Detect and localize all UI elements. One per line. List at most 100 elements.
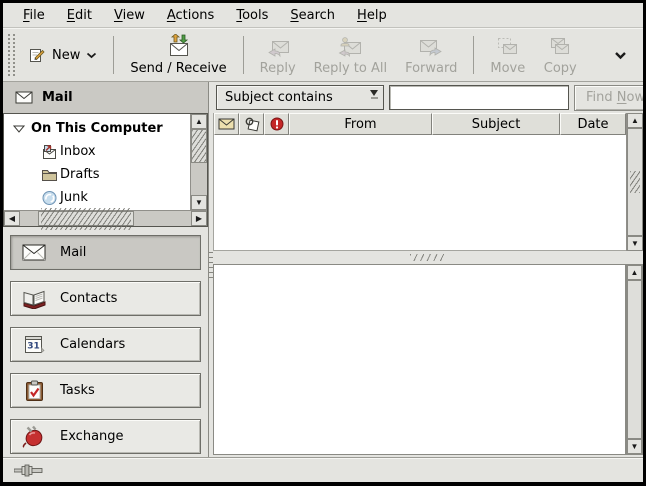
reply-to-all-button[interactable]: Reply to All — [305, 31, 396, 79]
switcher-label: Contacts — [60, 291, 117, 306]
splitter-grip[interactable] — [410, 254, 446, 261]
scroll-right-icon[interactable]: ▶ — [191, 211, 207, 226]
search-bar: Subject contains Find Now Clear — [213, 82, 643, 113]
sidebar-header: Mail — [3, 82, 208, 113]
folder-tree-panel: On This Computer Inbox Dra — [3, 113, 208, 227]
toolbar-overflow-button[interactable] — [610, 47, 631, 64]
component-switcher: Mail Contacts 31 Calendars — [3, 227, 208, 465]
message-status-icon — [218, 118, 235, 130]
reply-to-all-label: Reply to All — [314, 61, 387, 76]
move-icon — [496, 36, 520, 58]
find-now-button[interactable]: Find Now — [574, 85, 646, 111]
tasks-icon — [21, 380, 47, 402]
mail-panel: Subject contains Find Now Clear — [213, 82, 643, 457]
scrollbar-thumb[interactable] — [191, 129, 207, 163]
column-header-date[interactable]: Date — [560, 113, 626, 135]
copy-button[interactable]: Copy — [534, 31, 586, 79]
folder-tree: On This Computer Inbox Dra — [4, 114, 190, 210]
tree-root-label: On This Computer — [31, 121, 163, 136]
status-bar — [3, 457, 643, 482]
switcher-tasks-button[interactable]: Tasks — [10, 373, 201, 408]
menu-tools[interactable]: Tools — [225, 5, 279, 26]
evolution-window: File Edit View Actions Tools Search Help… — [0, 0, 646, 486]
scrollbar-thumb[interactable] — [627, 280, 642, 439]
scroll-up-icon[interactable]: ▲ — [191, 114, 207, 129]
inbox-icon — [41, 144, 58, 160]
online-status-button[interactable] — [12, 462, 48, 479]
menu-search[interactable]: Search — [279, 5, 346, 26]
send-receive-icon — [166, 34, 192, 58]
menu-bar: File Edit View Actions Tools Search Help — [3, 3, 643, 28]
toolbar-separator — [243, 36, 244, 74]
scrollbar-thumb[interactable] — [627, 128, 643, 236]
scroll-left-icon[interactable]: ◀ — [4, 211, 20, 226]
switcher-mail-button[interactable]: Mail — [10, 235, 201, 270]
new-button[interactable]: New — [19, 31, 106, 79]
preview-pane-scrollbar[interactable]: ▲ ▼ — [626, 264, 643, 455]
folder-tree-horizontal-scrollbar[interactable]: ◀ ▶ — [4, 210, 207, 226]
svg-text:31: 31 — [27, 342, 40, 352]
mail-header-icon — [15, 91, 33, 104]
scroll-down-icon[interactable]: ▼ — [627, 236, 643, 251]
tree-row-junk[interactable]: Junk — [4, 186, 190, 209]
search-filter-dropdown[interactable]: Subject contains — [216, 85, 384, 110]
menu-help[interactable]: Help — [346, 5, 398, 26]
copy-icon — [548, 36, 572, 58]
scrollbar-thumb[interactable] — [38, 211, 134, 226]
chevron-down-icon — [86, 52, 97, 59]
tree-row-on-this-computer[interactable]: On This Computer — [4, 117, 190, 140]
scrollbar-trough[interactable] — [134, 211, 191, 226]
preview-pane-body[interactable] — [213, 264, 626, 455]
switcher-exchange-button[interactable]: Exchange — [10, 419, 201, 454]
folder-icon — [41, 168, 58, 182]
scroll-up-icon[interactable]: ▲ — [627, 113, 643, 128]
scroll-down-icon[interactable]: ▼ — [191, 195, 207, 210]
message-list: From Subject Date ▲ ▼ — [213, 113, 643, 251]
message-status-column-header[interactable] — [214, 113, 239, 135]
menu-file[interactable]: File — [12, 5, 56, 26]
scroll-up-icon[interactable]: ▲ — [627, 265, 642, 280]
message-list-body[interactable] — [214, 135, 626, 251]
menu-actions[interactable]: Actions — [156, 5, 226, 26]
importance-column-header[interactable] — [264, 113, 289, 135]
splitter-grip[interactable] — [209, 252, 213, 282]
move-button[interactable]: Move — [481, 31, 534, 79]
move-label: Move — [490, 61, 525, 76]
menu-edit[interactable]: Edit — [56, 5, 103, 26]
search-input[interactable] — [389, 85, 569, 110]
send-receive-button[interactable]: Send / Receive — [121, 31, 235, 79]
copy-label: Copy — [544, 61, 577, 76]
main-area: Mail On This Computer — [3, 82, 643, 457]
folder-tree-vertical-scrollbar[interactable]: ▲ ▼ — [190, 114, 207, 210]
sidebar-splitter[interactable] — [208, 82, 213, 457]
preview-splitter[interactable] — [213, 251, 643, 264]
tree-folder-label: Inbox — [60, 144, 96, 159]
forward-button[interactable]: Forward — [396, 31, 466, 79]
menu-view[interactable]: View — [103, 5, 156, 26]
forward-icon — [418, 36, 444, 58]
reply-icon — [266, 36, 290, 58]
message-list-scrollbar[interactable]: ▲ ▼ — [626, 113, 643, 251]
expander-open-icon[interactable] — [13, 125, 25, 133]
switcher-label: Mail — [60, 245, 86, 260]
scroll-down-icon[interactable]: ▼ — [627, 439, 642, 454]
preview-pane: ▲ ▼ — [213, 264, 643, 455]
mail-icon — [21, 244, 47, 261]
send-receive-label: Send / Receive — [130, 61, 226, 76]
column-header-subject[interactable]: Subject — [432, 113, 560, 135]
reply-button[interactable]: Reply — [251, 31, 305, 79]
switcher-contacts-button[interactable]: Contacts — [10, 281, 201, 316]
scrollbar-trough[interactable] — [191, 163, 207, 195]
connector-icon — [14, 464, 46, 477]
importance-icon — [270, 117, 284, 131]
tree-row-inbox[interactable]: Inbox — [4, 140, 190, 163]
switcher-label: Calendars — [60, 337, 125, 352]
reply-to-all-icon — [337, 36, 363, 58]
tree-row-drafts[interactable]: Drafts — [4, 163, 190, 186]
attachment-column-header[interactable] — [239, 113, 264, 135]
switcher-calendars-button[interactable]: 31 Calendars — [10, 327, 201, 362]
toolbar-drag-handle[interactable] — [8, 34, 15, 76]
column-header-from[interactable]: From — [289, 113, 432, 135]
forward-label: Forward — [405, 61, 457, 76]
switcher-label: Tasks — [60, 383, 95, 398]
